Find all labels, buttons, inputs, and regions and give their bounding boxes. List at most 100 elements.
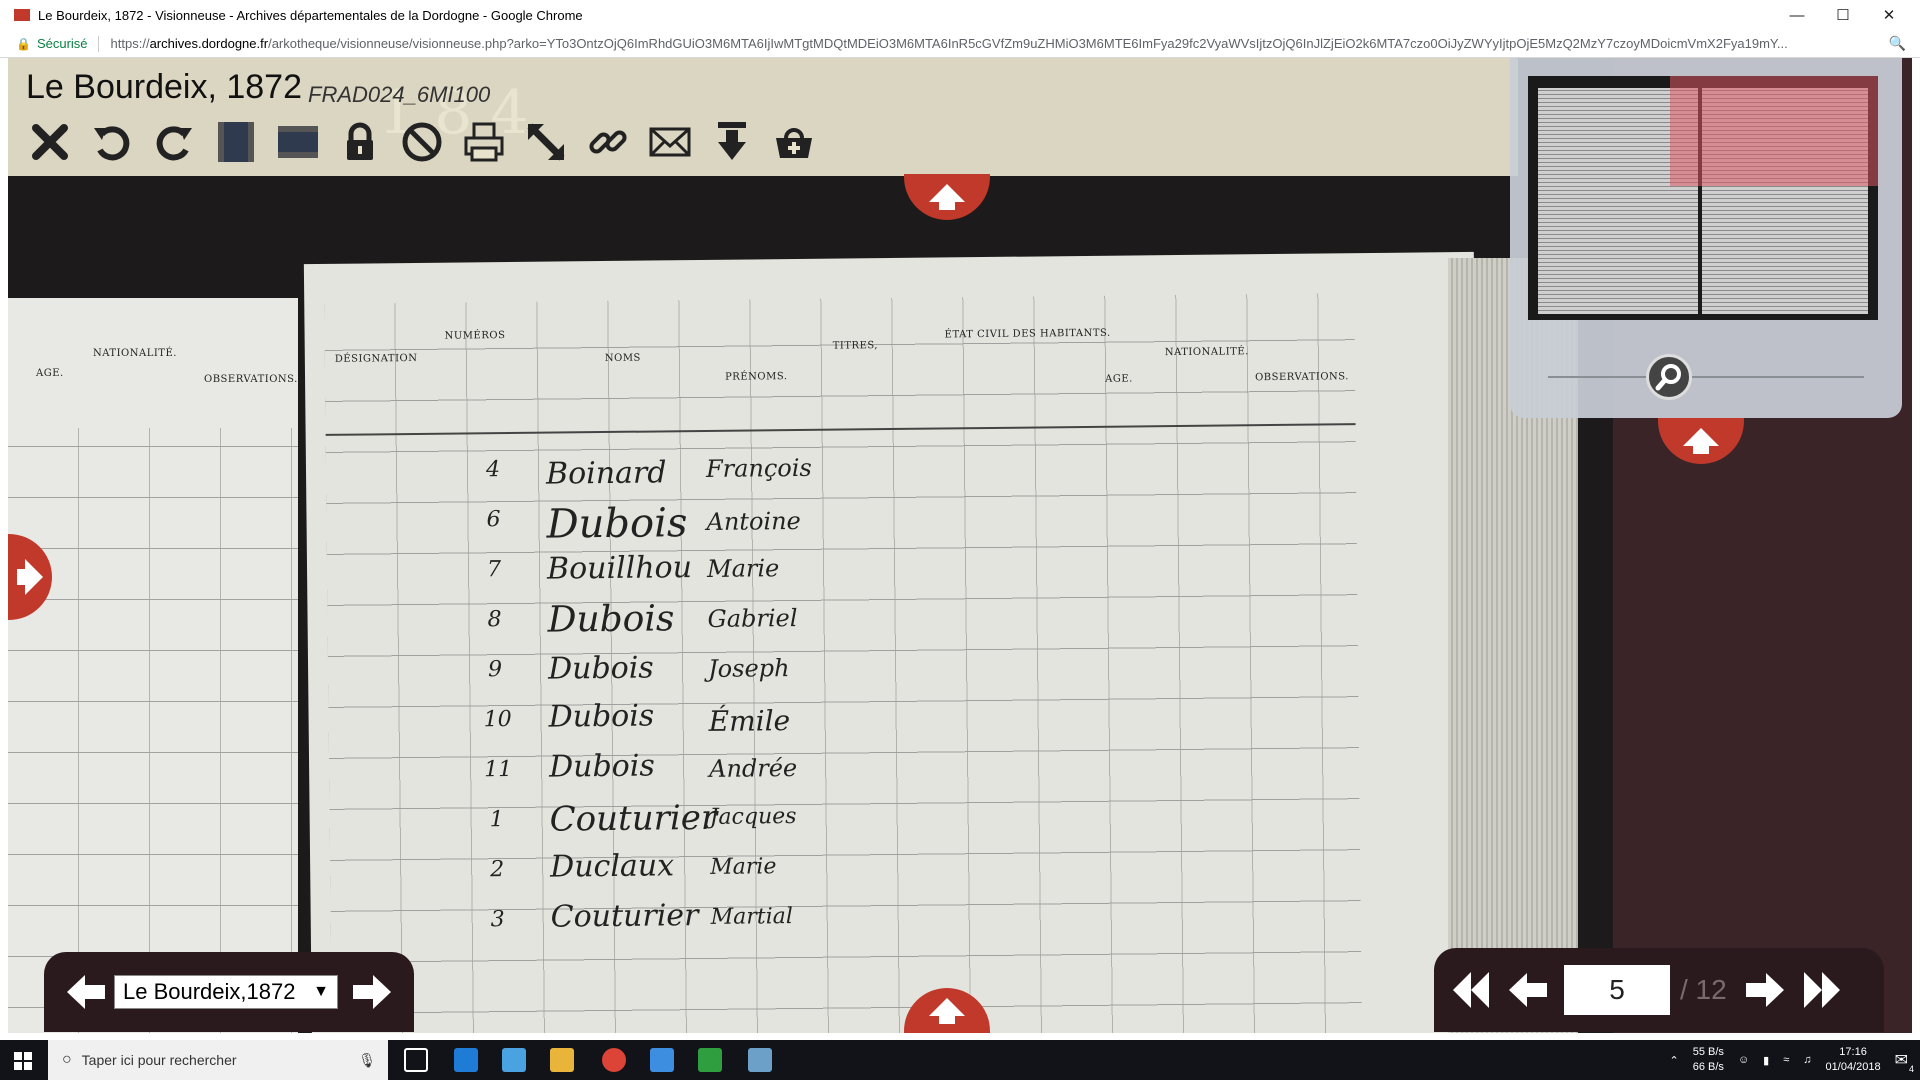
- arrow-up-icon: [929, 998, 965, 1024]
- col-numeros: NUMÉROS: [444, 330, 506, 342]
- paint-icon[interactable]: [748, 1048, 772, 1072]
- viewer-toolbar: [26, 118, 818, 166]
- collection-select-value: Le Bourdeix,1872: [123, 979, 296, 1004]
- zoom-slider-handle[interactable]: [1646, 354, 1692, 400]
- entry-name: Dubois: [548, 748, 655, 785]
- store-icon[interactable]: [502, 1048, 526, 1072]
- arrow-right-icon: [1745, 973, 1784, 1007]
- visible-area-highlight[interactable]: [1670, 76, 1878, 186]
- entry-number: 8: [487, 607, 502, 633]
- entry-name: Dubois: [547, 598, 675, 641]
- document-image[interactable]: 1 8 4 AGE. NATIONALITÉ. OBSERVATIONS. DÉSI…: [8, 58, 1613, 1033]
- entry-name: Dubois: [547, 650, 654, 687]
- chrome-icon[interactable]: [602, 1048, 626, 1072]
- padlock-icon: 🔒: [16, 36, 31, 51]
- fit-height-icon[interactable]: [212, 118, 260, 166]
- col-noms: NOMS: [604, 352, 641, 365]
- image-viewer[interactable]: 1 8 4 AGE. NATIONALITÉ. OBSERVATIONS. DÉSI…: [8, 58, 1912, 1033]
- col-observations-left: OBSERVATIONS.: [204, 374, 298, 385]
- page-number-input[interactable]: 5: [1564, 965, 1670, 1015]
- net-upload: 55 B/s: [1692, 1046, 1724, 1058]
- col-prenoms: PRÉNOMS.: [724, 371, 788, 383]
- windows-start-icon[interactable]: [14, 1052, 32, 1070]
- clock-date: 01/04/2018: [1825, 1061, 1881, 1073]
- entry-number: 10: [483, 706, 512, 733]
- last-page-button[interactable]: [1793, 962, 1849, 1018]
- first-page-button[interactable]: [1444, 962, 1500, 1018]
- entry-firstname: Andrée: [709, 754, 798, 783]
- separator: [97, 35, 99, 52]
- col-etat-civil: ÉTAT CIVIL DES HABITANTS.: [944, 327, 1111, 341]
- entry-firstname: Marie: [706, 554, 780, 583]
- register-grid: [324, 293, 1363, 1033]
- viewer-header: Le Bourdeix, 1872 FRAD024_6MI100: [8, 58, 1518, 176]
- volume-icon[interactable]: ♫: [1803, 1054, 1811, 1066]
- task-view-icon[interactable]: [404, 1048, 428, 1072]
- taskbar-search-box[interactable]: ○ Taper ici pour rechercher 🎙: [48, 1040, 388, 1080]
- net-download: 66 B/s: [1692, 1061, 1724, 1073]
- fullscreen-icon[interactable]: [522, 118, 570, 166]
- close-icon[interactable]: [26, 118, 74, 166]
- image-app-icon[interactable]: [698, 1048, 722, 1072]
- link-icon[interactable]: [584, 118, 632, 166]
- collection-navigator: Le Bourdeix,1872 ▼: [44, 952, 414, 1032]
- left-page: AGE. NATIONALITÉ. OBSERVATIONS.: [8, 298, 298, 1033]
- previous-page-button[interactable]: [1500, 962, 1556, 1018]
- edge-browser-icon[interactable]: [454, 1048, 478, 1072]
- zoom-icon[interactable]: 🔍: [1889, 35, 1906, 52]
- forbidden-icon[interactable]: [398, 118, 446, 166]
- clock[interactable]: 17:16 01/04/2018: [1826, 1045, 1881, 1075]
- entry-firstname: Jacques: [709, 804, 797, 830]
- col-nationality-left: NATIONALITÉ.: [93, 348, 177, 359]
- col-nationality-right: NATIONALITÉ.: [1164, 346, 1249, 359]
- entry-number: 7: [486, 557, 502, 583]
- entry-firstname: François: [705, 453, 812, 483]
- dropdown-icon: ▼: [313, 983, 329, 1000]
- url-host: archives.dordogne.fr: [149, 36, 269, 51]
- navigator-panel: [1510, 58, 1902, 418]
- right-page: DÉSIGNATION NUMÉROS NOMS PRÉNOMS. TITRES…: [303, 251, 1483, 1033]
- col-observations-right: OBSERVATIONS.: [1255, 371, 1349, 384]
- entry-firstname: Marie: [710, 854, 777, 880]
- maximize-icon[interactable]: ☐: [1820, 0, 1866, 30]
- rotate-left-icon[interactable]: [88, 118, 136, 166]
- battery-icon[interactable]: ▮: [1763, 1054, 1769, 1067]
- next-document-button[interactable]: [344, 964, 400, 1020]
- rotate-right-icon[interactable]: [150, 118, 198, 166]
- entry-number: 2: [490, 857, 505, 883]
- app-window-icon[interactable]: [650, 1048, 674, 1072]
- collection-select[interactable]: Le Bourdeix,1872 ▼: [114, 975, 338, 1009]
- arrow-right-icon: [17, 559, 43, 595]
- arrow-left-icon: [67, 975, 105, 1009]
- file-explorer-icon[interactable]: [550, 1048, 574, 1072]
- lock-icon[interactable]: [336, 118, 384, 166]
- double-arrow-right-icon: [1803, 972, 1840, 1008]
- minimize-icon[interactable]: —: [1774, 0, 1820, 30]
- wifi-icon[interactable]: ≈: [1783, 1054, 1789, 1066]
- window-title: Le Bourdeix, 1872 - Visionneuse - Archiv…: [38, 7, 583, 23]
- mail-icon[interactable]: [646, 118, 694, 166]
- people-icon[interactable]: ☺: [1738, 1054, 1749, 1066]
- left-page-grid: [8, 428, 298, 1033]
- entry-firstname: Gabriel: [707, 603, 798, 633]
- microphone-icon[interactable]: 🎙: [358, 1052, 376, 1069]
- url-scheme: https://: [110, 36, 150, 51]
- notification-center-icon[interactable]: ✉ 4: [1895, 1050, 1914, 1074]
- basket-icon[interactable]: [770, 118, 818, 166]
- print-icon[interactable]: [460, 118, 508, 166]
- address-bar[interactable]: 🔒 Sécurisé https://archives.dordogne.fr/…: [0, 30, 1920, 58]
- entry-name: Dubois: [548, 698, 655, 735]
- url-field[interactable]: https://archives.dordogne.fr/arkotheque/…: [111, 36, 1881, 51]
- download-icon[interactable]: [708, 118, 756, 166]
- secure-label: Sécurisé: [36, 36, 88, 51]
- page-navigator: 5 / 12: [1434, 948, 1884, 1032]
- arrow-right-icon: [353, 975, 391, 1009]
- zoom-slider-track[interactable]: [1548, 376, 1864, 378]
- fit-width-icon[interactable]: [274, 118, 322, 166]
- document-code: FRAD024_6MI100: [308, 82, 491, 107]
- next-page-button[interactable]: [1737, 962, 1793, 1018]
- chevron-up-icon[interactable]: ⌃: [1670, 1054, 1679, 1067]
- previous-document-button[interactable]: [58, 964, 114, 1020]
- page-thumbnail[interactable]: [1528, 76, 1878, 320]
- close-window-icon[interactable]: ✕: [1866, 0, 1912, 30]
